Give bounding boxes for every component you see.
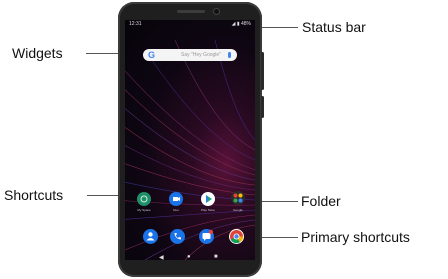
app-label-google-folder: Google (233, 208, 243, 212)
callout-shortcuts: Shortcuts (4, 187, 64, 203)
home-screen: 12:31 ◢ ▮ 48% G Say "Hey Google" My Spac… (125, 20, 255, 260)
callout-folder: Folder (301, 193, 341, 209)
messages-icon[interactable] (199, 229, 214, 244)
app-label-duo: Duo (173, 208, 179, 212)
search-placeholder: Say "Hey Google" (181, 52, 221, 58)
phone-icon[interactable] (170, 229, 185, 244)
chrome-icon[interactable] (229, 229, 244, 244)
status-bar: 12:31 ◢ ▮ 48% (125, 20, 255, 28)
home-button[interactable]: ● (187, 254, 191, 260)
recents-button[interactable]: ■ (214, 254, 218, 260)
contacts-icon[interactable] (143, 229, 158, 244)
callout-widgets: Widgets (12, 45, 63, 61)
folder-icon[interactable] (231, 191, 245, 205)
volume-button[interactable] (261, 96, 264, 118)
earpiece-speaker (177, 10, 205, 13)
app-play-store-icon[interactable] (201, 192, 215, 206)
app-label-play-store: Play Store (201, 208, 215, 212)
app-label-my-space: My Space (137, 208, 151, 212)
google-search-widget[interactable]: G Say "Hey Google" (143, 49, 237, 61)
app-duo-icon[interactable] (169, 192, 183, 206)
back-button[interactable]: ◀ (159, 254, 164, 261)
power-button[interactable] (261, 52, 264, 90)
google-logo: G (148, 50, 156, 60)
mic-icon[interactable] (228, 52, 231, 58)
callout-status-bar: Status bar (302, 19, 366, 35)
status-time: 12:31 (129, 21, 142, 27)
status-indicators: ◢ ▮ 48% (231, 21, 251, 27)
callout-primary-shortcuts: Primary shortcuts (301, 229, 410, 245)
front-camera (214, 9, 219, 14)
app-my-space-icon[interactable] (137, 192, 151, 206)
